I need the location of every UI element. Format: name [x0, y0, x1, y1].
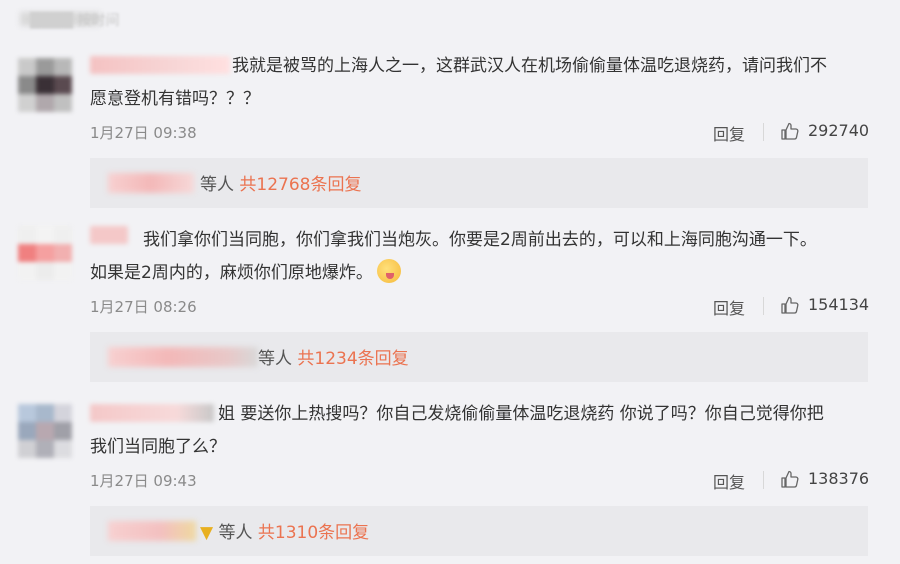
username[interactable]	[90, 404, 214, 422]
blurred-usernames	[108, 173, 194, 193]
comment-text: 我就是被骂的上海人之一，这群武汉人在机场偷偷量体温吃退烧药，请问我们不	[232, 56, 827, 76]
username[interactable]	[90, 56, 230, 74]
sub-replies-summary: ▼ 等人 共1310条回复	[200, 523, 370, 543]
like-count[interactable]: 138376	[808, 469, 869, 488]
comment-text: 姐 要送你上热搜吗？你自己发烧偷偷量体温吃退烧药 你说了吗？你自己觉得你把	[218, 404, 824, 424]
reply-button[interactable]: 回复	[713, 295, 745, 319]
reply-count-link[interactable]: 共12768条回复	[239, 175, 361, 195]
divider	[763, 297, 764, 315]
thumbs-up-icon[interactable]	[780, 295, 800, 315]
sub-replies-box[interactable]: 等人 共12768条回复	[90, 158, 868, 208]
avatar[interactable]	[18, 226, 72, 280]
blurred-usernames	[108, 347, 258, 367]
like-count[interactable]: 154134	[808, 295, 869, 314]
reply-count-link[interactable]: 共1234条回复	[297, 349, 408, 369]
comment-timestamp: 1月27日 09:43	[90, 472, 197, 490]
comment-timestamp: 1月27日 08:26	[90, 298, 197, 316]
divider	[763, 123, 764, 141]
reply-button[interactable]: 回复	[713, 121, 745, 145]
sub-replies-box[interactable]: 等人 共1234条回复	[90, 332, 868, 382]
sub-replies-box[interactable]: ▼ 等人 共1310条回复	[90, 506, 868, 556]
blurred-usernames	[108, 521, 196, 541]
sub-replies-summary: 等人 共1234条回复	[258, 349, 409, 369]
comment-text: 如果是2周内的，麻烦你们原地爆炸。	[90, 257, 401, 289]
reply-button[interactable]: 回复	[713, 469, 745, 493]
yummy-face-emoji-icon	[376, 259, 401, 283]
sub-replies-summary: 等人 共12768条回复	[200, 175, 362, 195]
avatar[interactable]	[18, 58, 72, 112]
comment-timestamp: 1月27日 09:38	[90, 124, 197, 142]
divider	[763, 471, 764, 489]
comment-text: 愿意登机有错吗？？？	[90, 89, 260, 109]
thumbs-up-icon[interactable]	[780, 121, 800, 141]
comment-text: 我们当同胞了么？	[90, 437, 226, 457]
avatar[interactable]	[18, 404, 72, 458]
like-count[interactable]: 292740	[808, 121, 869, 140]
reply-count-link[interactable]: 共1310条回复	[258, 523, 369, 543]
username[interactable]	[90, 226, 128, 244]
comment-text: 我们拿你们当同胞，你们拿我们当炮灰。你要是2周前出去的，可以和上海同胞沟通一下。	[143, 230, 817, 250]
thumbs-up-icon[interactable]	[780, 469, 800, 489]
sort-by-time-label[interactable]: ████ 按时间	[30, 10, 120, 30]
